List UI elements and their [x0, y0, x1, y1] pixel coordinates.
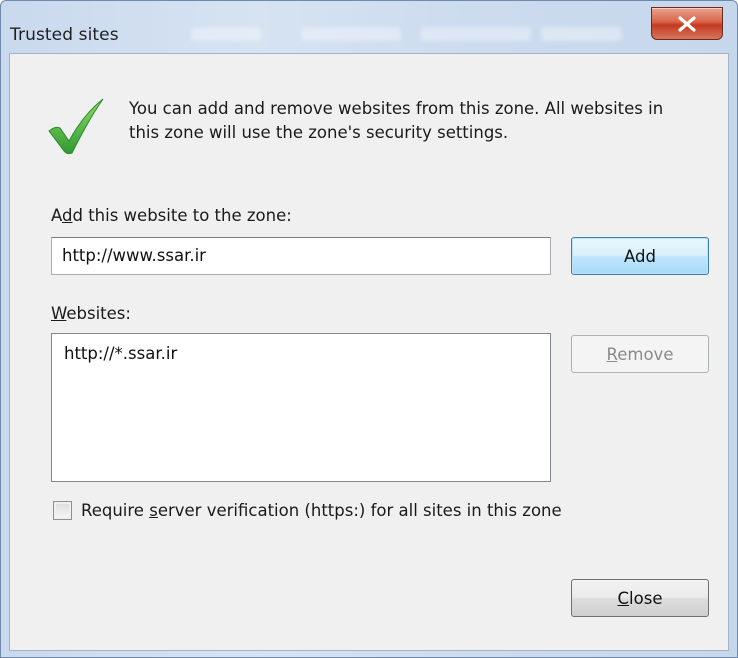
remove-button-label: Remove: [607, 345, 674, 364]
add-website-input[interactable]: http://www.ssar.ir: [51, 237, 551, 275]
label-text: Require: [81, 501, 150, 520]
label-mnemonic: C: [617, 588, 630, 608]
checkmark-icon: [48, 98, 104, 155]
title-bar[interactable]: Trusted sites: [1, 1, 737, 51]
description-line-2: this zone will use the zone's security s…: [129, 123, 509, 142]
background-blur: [421, 27, 531, 41]
close-icon: [678, 15, 696, 32]
zone-description: You can add and remove websites from thi…: [129, 97, 729, 145]
background-blur: [541, 27, 621, 41]
close-button[interactable]: Close: [571, 579, 709, 617]
add-button-label: Add: [624, 246, 656, 266]
add-button[interactable]: Add: [571, 237, 709, 275]
require-verification-checkbox[interactable]: [53, 501, 72, 520]
websites-list[interactable]: http://*.ssar.ir: [51, 333, 551, 482]
label-mnemonic: s: [149, 501, 158, 520]
label-text: d this website to the zone:: [72, 206, 292, 225]
background-blur: [191, 27, 261, 41]
label-text: A: [51, 206, 62, 225]
websites-label: Websites:: [51, 304, 131, 323]
description-line-1: You can add and remove websites from thi…: [129, 99, 664, 118]
list-item[interactable]: http://*.ssar.ir: [64, 344, 177, 363]
label-text: emove: [617, 344, 674, 364]
label-mnemonic: d: [62, 206, 73, 225]
close-window-button[interactable]: [651, 7, 723, 40]
require-verification-label[interactable]: Require server verification (https:) for…: [81, 501, 562, 520]
window-title: Trusted sites: [10, 25, 119, 45]
label-text: ebsites:: [66, 304, 131, 323]
label-mnemonic: R: [606, 344, 618, 364]
close-button-label: Close: [618, 589, 663, 608]
trusted-sites-dialog: Trusted sites You can add and remove web…: [0, 0, 738, 658]
background-blur: [301, 27, 401, 41]
input-value: http://www.ssar.ir: [62, 246, 206, 265]
label-mnemonic: W: [51, 304, 67, 323]
label-text: lose: [629, 588, 663, 608]
add-website-label: Add this website to the zone:: [51, 206, 292, 225]
label-text: erver verification (https:) for all site…: [157, 501, 562, 520]
remove-button[interactable]: Remove: [571, 335, 709, 373]
